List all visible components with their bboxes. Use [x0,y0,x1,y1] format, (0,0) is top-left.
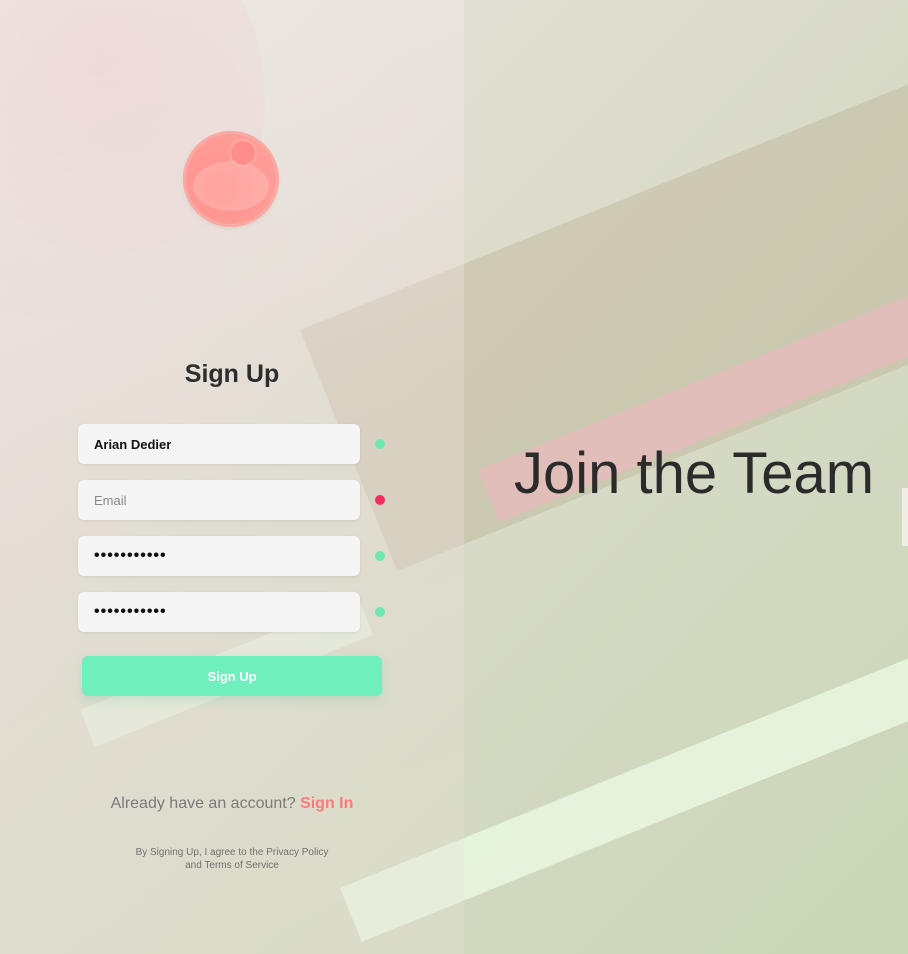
background-edge-tab [902,488,908,546]
legal-line-2: and Terms of Service [185,860,279,871]
logo-icon [183,131,279,227]
legal-text: By Signing Up, I agree to the Privacy Po… [0,846,464,872]
signin-prompt: Already have an account? Sign In [0,795,464,813]
confirm-password-field[interactable] [78,592,360,632]
signup-panel: Sign Up Sign Up Already have an account?… [0,0,464,954]
logo-dot [231,141,255,165]
signin-link[interactable]: Sign In [300,795,353,812]
email-field[interactable] [78,480,360,520]
signup-title: Sign Up [184,360,280,388]
password-status-dot [375,551,385,561]
password-field[interactable] [78,536,360,576]
legal-line-1: By Signing Up, I agree to the Privacy Po… [135,847,329,858]
name-status-dot [375,439,385,449]
name-field[interactable] [78,424,360,464]
logo-swirl [193,161,269,211]
signup-button[interactable]: Sign Up [82,656,382,696]
signin-prompt-text: Already have an account? [110,795,296,812]
hero-heading: Join the Team [514,441,875,506]
confirm-password-status-dot [375,607,385,617]
email-status-dot [375,495,385,505]
